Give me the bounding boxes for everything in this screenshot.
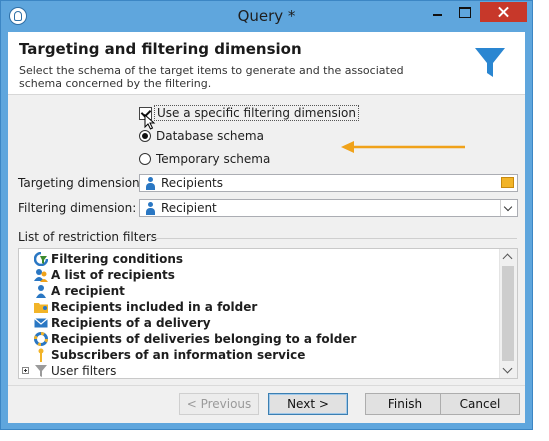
dialog-content: Targeting and filtering dimension Select… [8,32,525,423]
use-specific-filtering-label[interactable]: Use a specific filtering dimension [154,105,360,121]
list-item[interactable]: Recipients of a delivery [19,315,499,331]
page-title: Targeting and filtering dimension [19,40,302,58]
mouse-cursor-icon [144,114,156,130]
funnel-icon [475,48,505,77]
expand-icon[interactable] [22,367,29,374]
list-item[interactable]: Subscribers of an information service [19,347,499,363]
list-item[interactable]: User filters [19,363,499,378]
annotation-arrow-icon [341,141,465,153]
person-icon [145,177,156,190]
cancel-button[interactable]: Cancel [440,393,520,415]
list-item[interactable]: Filtering conditions [19,251,499,267]
divider [8,385,525,386]
list-item-label: Subscribers of an information service [51,348,306,362]
lifebuoy-icon [34,332,48,346]
next-button[interactable]: Next > [268,393,348,415]
title-bar: Query * [1,1,532,32]
database-schema-label[interactable]: Database schema [156,129,264,143]
envelope-icon [34,318,48,328]
list-item[interactable]: Recipients of deliveries belonging to a … [19,331,499,347]
targeting-dimension-value: Recipients [161,176,224,190]
close-button[interactable] [480,2,527,22]
funnel-icon [35,365,47,377]
restriction-filters-heading: List of restriction filters [18,230,158,244]
list-item[interactable]: Recipients included in a folder [19,299,499,315]
divider [155,238,517,239]
recipient-icon [36,285,46,298]
finish-button[interactable]: Finish [365,393,445,415]
scroll-down-icon[interactable] [502,363,513,374]
list-item[interactable]: A list of recipients [19,267,499,283]
restriction-filters-list[interactable]: Filtering conditions A list of recipient… [18,248,518,379]
minimize-button[interactable] [424,2,450,22]
temporary-schema-radio[interactable] [139,153,151,165]
filtering-dimension-label: Filtering dimension: [18,201,137,215]
recipient-list-icon [34,269,48,282]
list-item-label: A list of recipients [51,268,175,282]
folder-icon [34,303,48,313]
temporary-schema-label[interactable]: Temporary schema [156,152,270,166]
chevron-down-icon[interactable] [500,200,517,216]
maximize-button[interactable] [451,2,477,22]
database-schema-radio[interactable] [139,130,151,142]
previous-button[interactable]: < Previous [179,393,259,415]
list-item[interactable]: A recipient [19,283,499,299]
page-description: Select the schema of the target items to… [19,64,404,90]
folder-picker-icon[interactable] [501,177,514,188]
wizard-header: Targeting and filtering dimension Select… [8,32,525,95]
list-item-label: Recipients of a delivery [51,316,211,330]
targeting-dimension-label: Targeting dimension: [18,176,144,190]
scroll-thumb[interactable] [502,266,514,361]
subscription-icon [38,348,44,362]
list-item-label: Recipients included in a folder [51,300,258,314]
filtering-dimension-select[interactable]: Recipient [139,199,518,217]
filtering-conditions-icon [34,252,48,266]
list-item-label: User filters [51,364,117,378]
person-icon [145,202,156,215]
list-item-label: Filtering conditions [51,252,184,266]
list-item-label: Recipients of deliveries belonging to a … [51,332,357,346]
query-dialog-window: Query * Targeting and filtering dimensio… [0,0,533,430]
targeting-dimension-field[interactable]: Recipients [139,174,518,192]
scroll-up-icon[interactable] [502,253,513,264]
filtering-dimension-value: Recipient [161,201,217,215]
list-scrollbar[interactable] [499,249,517,378]
list-item-label: A recipient [51,284,125,298]
